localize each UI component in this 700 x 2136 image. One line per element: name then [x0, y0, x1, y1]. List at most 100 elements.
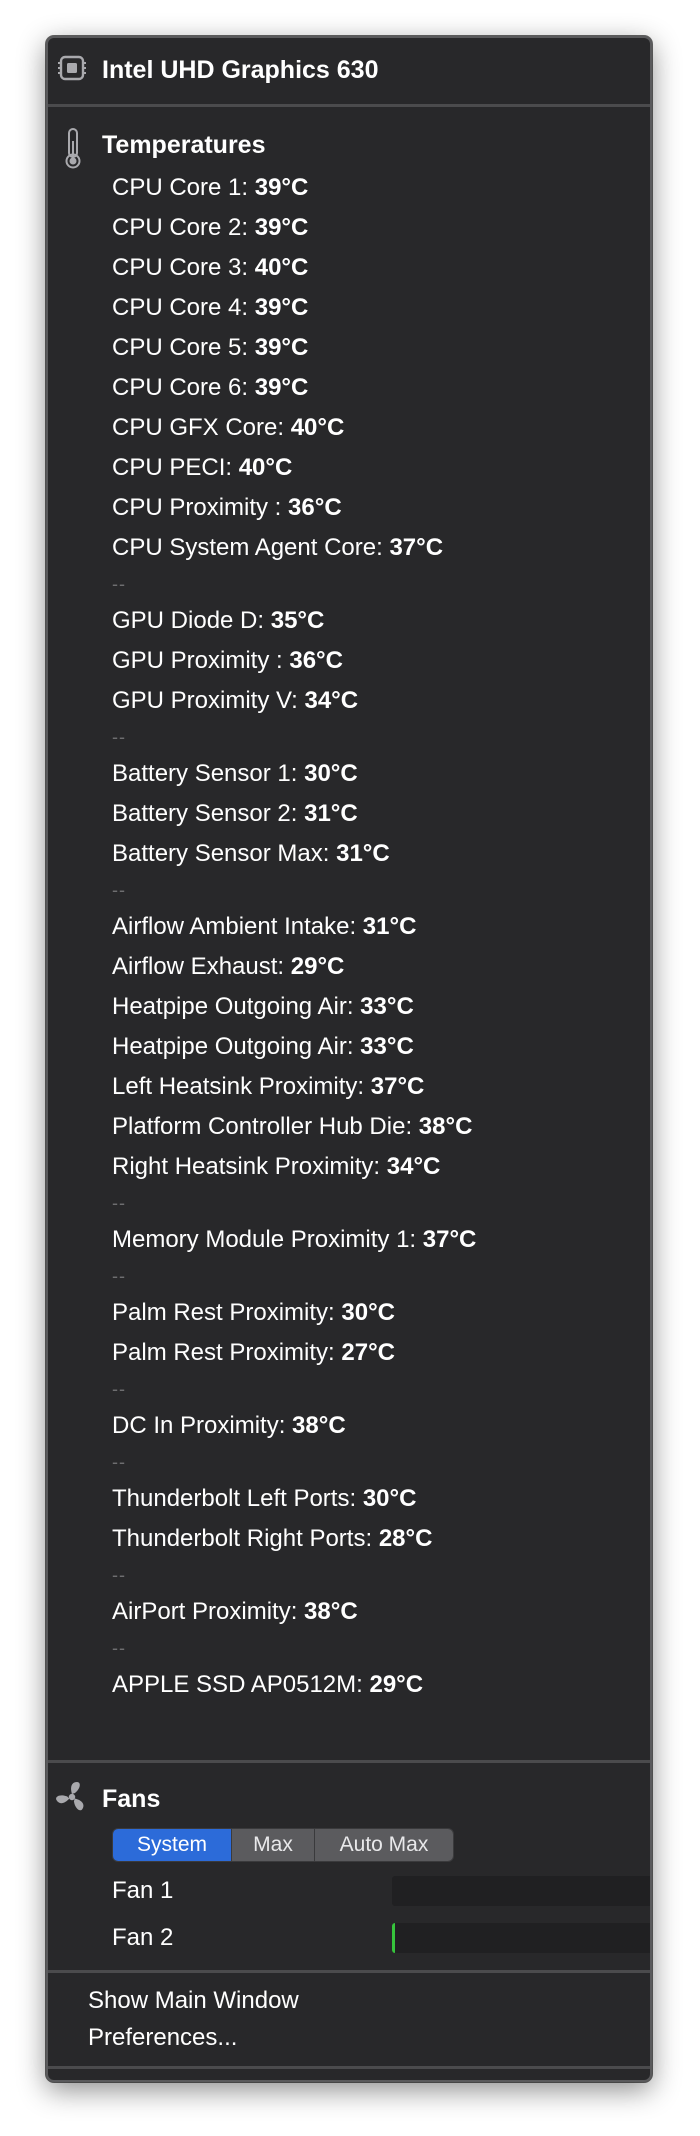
sensor-label: Airflow Exhaust:	[112, 953, 285, 980]
sensor-label: Palm Rest Proximity:	[112, 1339, 335, 1366]
temperature-row: CPU Core 5: 39°C	[112, 328, 632, 368]
sensor-label: AirPort Proximity:	[112, 1598, 298, 1625]
sensor-label: CPU GFX Core:	[112, 414, 285, 441]
sensor-value: 30°C	[304, 760, 358, 787]
temperature-row: CPU Core 1: 39°C	[112, 168, 632, 208]
gpu-title: Intel UHD Graphics 630	[102, 56, 379, 84]
sensor-label: CPU Core 2:	[112, 214, 249, 241]
sensor-label: Heatpipe Outgoing Air:	[112, 1033, 354, 1060]
temperature-row: CPU Core 4: 39°C	[112, 288, 632, 328]
group-separator: --	[112, 1565, 126, 1585]
sensor-label: Right Heatsink Proximity:	[112, 1153, 381, 1180]
sensor-value: 36°C	[288, 494, 342, 521]
fan-icon	[54, 1779, 90, 1815]
sensor-label: CPU PECI:	[112, 454, 233, 481]
group-separator: --	[112, 1379, 126, 1399]
fan-2-speed-fill	[392, 1923, 395, 1953]
sensor-label: GPU Proximity V:	[112, 687, 298, 714]
sensor-label: CPU System Agent Core:	[112, 534, 383, 561]
group-separator: --	[112, 1452, 126, 1472]
temperature-row: APPLE SSD AP0512M: 29°C	[112, 1665, 632, 1705]
temperature-row: AirPort Proximity: 38°C	[112, 1592, 632, 1632]
sensor-value: 39°C	[254, 334, 309, 361]
sensor-value: 38°C	[418, 1113, 473, 1140]
sensor-value: 33°C	[360, 1033, 414, 1060]
temperature-row: Battery Sensor 1: 30°C	[112, 754, 632, 794]
sensors-menu: Intel UHD Graphics 630 Temperatures CPU …	[46, 36, 652, 2082]
temperature-row: CPU Core 3: 40°C	[112, 248, 632, 288]
sensor-value: 31°C	[336, 840, 390, 867]
sensor-value: 39°C	[254, 294, 309, 321]
sensor-value: 27°C	[341, 1339, 395, 1366]
sensor-value: 37°C	[422, 1226, 477, 1253]
sensor-value: 37°C	[389, 534, 444, 561]
group-separator: --	[112, 574, 126, 594]
sensor-label: Battery Sensor 1:	[112, 760, 298, 787]
group-separator: --	[112, 880, 126, 900]
sensor-value: 34°C	[304, 687, 359, 714]
temperature-row: DC In Proximity: 38°C	[112, 1406, 632, 1446]
temperature-row: Heatpipe Outgoing Air: 33°C	[112, 1027, 632, 1067]
sensor-value: 33°C	[360, 993, 414, 1020]
sensor-label: CPU Core 1:	[112, 174, 249, 201]
fan-mode-auto-max-button[interactable]: Auto Max	[315, 1829, 453, 1861]
temperature-row: Airflow Exhaust: 29°C	[112, 947, 632, 987]
temperature-row: Memory Module Proximity 1: 37°C	[112, 1220, 632, 1260]
preferences-item[interactable]: Preferences...	[88, 2021, 237, 2055]
sensor-label: GPU Proximity :	[112, 647, 283, 674]
temperature-row: GPU Diode D: 35°C	[112, 601, 632, 641]
fan-2-label: Fan 2	[112, 1924, 174, 1951]
sensor-value: 40°C	[254, 254, 309, 281]
temperature-row: CPU PECI: 40°C	[112, 448, 632, 488]
fan-row-1: Fan 1	[112, 1874, 650, 1908]
fan-mode-selector[interactable]: System Max Auto Max	[112, 1828, 454, 1862]
sensor-value: 36°C	[289, 647, 343, 674]
sensor-value: 28°C	[378, 1525, 433, 1552]
chip-icon	[56, 52, 88, 84]
sensor-value: 29°C	[290, 953, 345, 980]
show-main-window-item[interactable]: Show Main Window	[88, 1984, 299, 2018]
sensor-value: 35°C	[270, 607, 325, 634]
temperature-row: Thunderbolt Left Ports: 30°C	[112, 1479, 632, 1519]
group-separator: --	[112, 727, 126, 747]
sensor-value: 31°C	[362, 913, 417, 940]
sensor-label: CPU Core 6:	[112, 374, 249, 401]
temperature-row: Platform Controller Hub Die: 38°C	[112, 1107, 632, 1147]
gpu-header[interactable]: Intel UHD Graphics 630	[48, 38, 650, 104]
separator	[48, 104, 650, 107]
sensor-value: 39°C	[254, 174, 309, 201]
temperature-row: GPU Proximity V: 34°C	[112, 681, 632, 721]
sensor-label: Battery Sensor Max:	[112, 840, 330, 867]
temperature-row: Thunderbolt Right Ports: 28°C	[112, 1519, 632, 1559]
sensor-label: Airflow Ambient Intake:	[112, 913, 357, 940]
sensor-label: Heatpipe Outgoing Air:	[112, 993, 354, 1020]
sensor-label: CPU Core 3:	[112, 254, 249, 281]
sensor-value: 34°C	[386, 1153, 441, 1180]
fan-1-speed-bar	[392, 1876, 650, 1906]
group-separator: --	[112, 1638, 126, 1658]
fans-heading: Fans	[102, 1785, 161, 1813]
temperature-row: CPU System Agent Core: 37°C	[112, 528, 632, 568]
temperature-row: Right Heatsink Proximity: 34°C	[112, 1147, 632, 1187]
fan-mode-system-button[interactable]: System	[113, 1829, 232, 1861]
temperature-row: Battery Sensor Max: 31°C	[112, 834, 632, 874]
fan-1-label: Fan 1	[112, 1877, 174, 1904]
sensor-label: Battery Sensor 2:	[112, 800, 298, 827]
temperature-row: Airflow Ambient Intake: 31°C	[112, 907, 632, 947]
sensor-value: 29°C	[369, 1671, 424, 1698]
temperature-row: Heatpipe Outgoing Air: 33°C	[112, 987, 632, 1027]
fan-mode-max-button[interactable]: Max	[232, 1829, 315, 1861]
group-separator: --	[112, 1193, 126, 1213]
temperature-row: Battery Sensor 2: 31°C	[112, 794, 632, 834]
separator	[48, 1760, 650, 1763]
fan-2-speed-bar	[392, 1923, 650, 1953]
fan-row-2: Fan 2	[112, 1921, 650, 1955]
sensor-value: 39°C	[254, 374, 309, 401]
sensor-label: Memory Module Proximity 1:	[112, 1226, 417, 1253]
sensor-value: 38°C	[304, 1598, 358, 1625]
sensor-label: Platform Controller Hub Die:	[112, 1113, 413, 1140]
separator	[48, 1970, 650, 1973]
sensor-label: Thunderbolt Left Ports:	[112, 1485, 357, 1512]
sensor-label: CPU Core 5:	[112, 334, 249, 361]
separator	[48, 2066, 650, 2069]
